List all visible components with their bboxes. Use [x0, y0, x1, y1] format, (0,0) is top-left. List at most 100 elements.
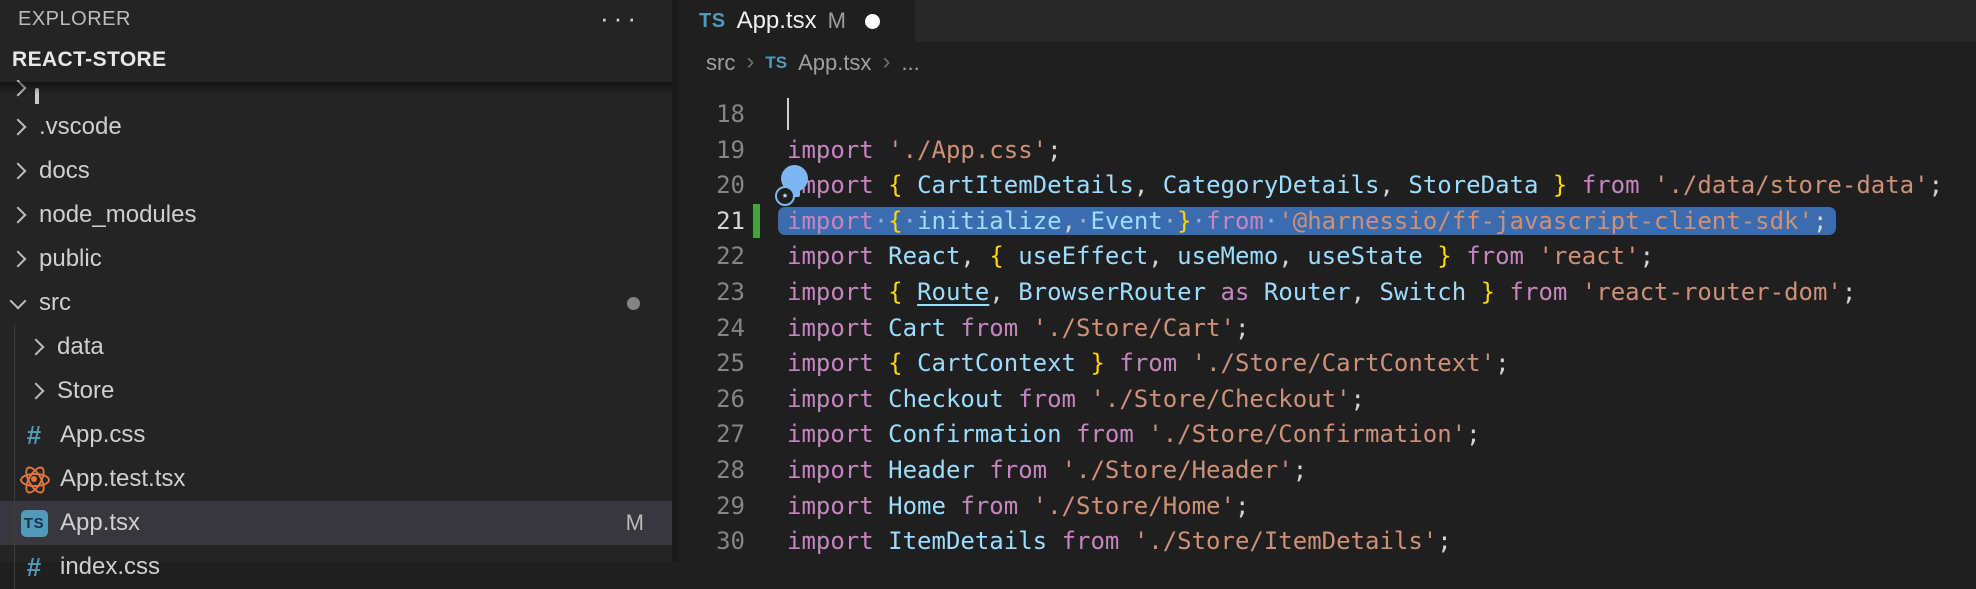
- editor-tab-bar: TS App.tsx M: [679, 0, 1976, 42]
- code-line-29[interactable]: 29 import Home from './Store/Home';: [679, 488, 1976, 524]
- gutter: [745, 452, 787, 488]
- line-number: 19: [679, 136, 745, 164]
- gutter: [745, 96, 787, 132]
- code-editor[interactable]: 18 19 import './App.css'; 20 import { Ca…: [679, 84, 1976, 562]
- tree-item-label: src: [39, 289, 71, 317]
- indent-guide: [14, 325, 15, 369]
- code-line-21[interactable]: 21 import·{·initialize,·Event·}·from·'@h…: [679, 203, 1976, 239]
- git-modified-badge: M: [626, 510, 644, 536]
- tree-item-node-modules[interactable]: node_modules: [0, 193, 672, 237]
- project-section-header[interactable]: REACT-STORE: [12, 48, 167, 72]
- tree-item-app-test-tsx[interactable]: App.test.tsx: [0, 457, 672, 501]
- modified-dot-badge: [627, 297, 640, 310]
- tree-item-store[interactable]: Store: [0, 369, 672, 413]
- tree-item-data[interactable]: data: [0, 325, 672, 369]
- tree-scroll-shadow: [0, 82, 672, 94]
- file-icon: TS: [19, 508, 49, 538]
- chevron-right-icon[interactable]: [10, 119, 27, 136]
- tree-item-label: public: [39, 245, 102, 273]
- breadcrumb: src › TS App.tsx › ...: [679, 42, 1976, 84]
- line-number: 25: [679, 349, 745, 377]
- file-icon: #: [19, 420, 49, 450]
- code-text: import Header from './Store/Header';: [787, 456, 1307, 484]
- typescript-icon: TS: [21, 510, 48, 537]
- tree-item-public[interactable]: public: [0, 237, 672, 281]
- line-number: 29: [679, 492, 745, 520]
- line-number: 21: [679, 207, 745, 235]
- gutter: [745, 381, 787, 417]
- tree-item-docs[interactable]: docs: [0, 149, 672, 193]
- indent-guide: [14, 501, 15, 545]
- chevron-right-icon[interactable]: [10, 207, 27, 224]
- explorer-panel: EXPLORER ··· REACT-STORE .vscode docs no…: [0, 0, 672, 562]
- breadcrumb-item-src[interactable]: src: [706, 50, 735, 76]
- tree-item-app-tsx[interactable]: TS App.tsx M: [0, 501, 672, 545]
- code-line-26[interactable]: 26 import Checkout from './Store/Checkou…: [679, 381, 1976, 417]
- code-text: import Cart from './Store/Cart';: [787, 314, 1249, 342]
- tree-item-label: App.css: [60, 421, 145, 449]
- code-text: import·{·initialize,·Event·}·from·'@harn…: [778, 207, 1836, 235]
- file-icon: [19, 464, 49, 494]
- chevron-right-icon[interactable]: [10, 163, 27, 180]
- line-number: 26: [679, 385, 745, 413]
- code-text: import React, { useEffect, useMemo, useS…: [787, 242, 1654, 270]
- gutter: [745, 274, 787, 310]
- css-hash-icon: #: [27, 552, 41, 582]
- chevron-down-icon[interactable]: [10, 293, 27, 310]
- gutter: [745, 132, 787, 168]
- tree-item--vscode[interactable]: .vscode: [0, 105, 672, 149]
- css-hash-icon: #: [27, 420, 41, 450]
- gutter: [745, 523, 787, 559]
- breadcrumb-item-file[interactable]: App.tsx: [798, 50, 871, 76]
- code-line-28[interactable]: 28 import Header from './Store/Header';: [679, 452, 1976, 488]
- line-number: 23: [679, 278, 745, 306]
- tree-item-label: .vscode: [39, 113, 122, 141]
- code-line-25[interactable]: 25 import { CartContext } from './Store/…: [679, 345, 1976, 381]
- gutter: [745, 238, 787, 274]
- breadcrumb-symbol-ellipsis[interactable]: ...: [901, 50, 919, 76]
- line-number: 28: [679, 456, 745, 484]
- code-line-22[interactable]: 22 import React, { useEffect, useMemo, u…: [679, 238, 1976, 274]
- dirty-indicator-dot[interactable]: [865, 14, 880, 29]
- code-line-24[interactable]: 24 import Cart from './Store/Cart';: [679, 310, 1976, 346]
- code-line-30[interactable]: 30 import ItemDetails from './Store/Item…: [679, 523, 1976, 559]
- code-text: import Confirmation from './Store/Confir…: [787, 420, 1481, 448]
- code-line-23[interactable]: 23 import { Route, BrowserRouter as Rout…: [679, 274, 1976, 310]
- git-added-gutter-bar: [753, 204, 760, 238]
- gutter: [745, 345, 787, 381]
- gutter: [745, 488, 787, 524]
- indent-guide: [14, 413, 15, 457]
- chevron-right-icon[interactable]: [28, 339, 45, 356]
- sidebar-editor-divider[interactable]: [672, 0, 679, 562]
- tab-app-tsx[interactable]: TS App.tsx M: [679, 0, 915, 42]
- chevron-right-icon[interactable]: [28, 383, 45, 400]
- line-number: 24: [679, 314, 745, 342]
- typescript-icon: TS: [765, 53, 787, 73]
- line-number: 30: [679, 527, 745, 555]
- indent-guide: [14, 457, 15, 501]
- chevron-right-icon[interactable]: [10, 251, 27, 268]
- tree-item-label: App.tsx: [60, 509, 140, 537]
- code-line-19[interactable]: 19 import './App.css';: [679, 132, 1976, 168]
- tree-item-index-css[interactable]: # index.css: [0, 545, 672, 589]
- file-icon: #: [19, 552, 49, 582]
- indent-guide: [14, 369, 15, 413]
- code-text: import Checkout from './Store/Checkout';: [787, 385, 1365, 413]
- line-number: 20: [679, 171, 745, 199]
- code-text: import './App.css';: [787, 136, 1062, 164]
- code-text: import ItemDetails from './Store/ItemDet…: [787, 527, 1452, 555]
- text-cursor: [787, 98, 789, 130]
- more-actions-ellipsis-icon[interactable]: ···: [600, 0, 641, 36]
- tree-item-label: data: [57, 333, 104, 361]
- tree-item-src[interactable]: src: [0, 281, 672, 325]
- code-line-20[interactable]: 20 import { CartItemDetails, CategoryDet…: [679, 167, 1976, 203]
- chevron-separator-icon: ›: [746, 48, 754, 76]
- react-atom-icon: [19, 464, 49, 494]
- code-line-27[interactable]: 27 import Confirmation from './Store/Con…: [679, 416, 1976, 452]
- tree-item-app-css[interactable]: # App.css: [0, 413, 672, 457]
- indent-guide: [14, 545, 15, 589]
- typescript-icon: TS: [699, 10, 726, 33]
- copilot-lightbulb-sparkle-icon[interactable]: ★: [775, 165, 813, 207]
- code-line-18[interactable]: 18: [679, 96, 1976, 132]
- line-number: 27: [679, 420, 745, 448]
